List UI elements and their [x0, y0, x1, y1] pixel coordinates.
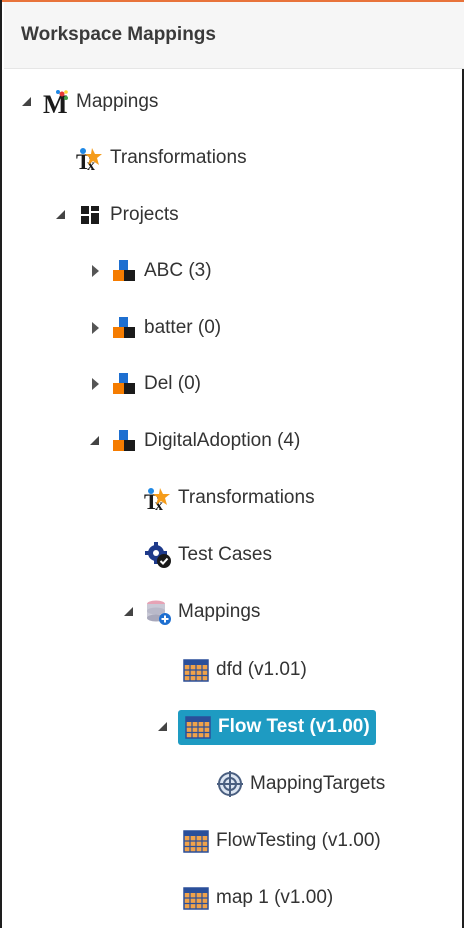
project-folder-icon: [110, 370, 138, 398]
tree-node-mapping-flowtesting[interactable]: FlowTesting (v1.00): [182, 821, 381, 861]
tree-node-label: ABC (3): [144, 260, 212, 281]
tree-node-label: Flow Test (v1.00): [218, 715, 370, 737]
tree-node-mappings-root[interactable]: M Mappings: [20, 82, 158, 122]
tree-node-label: Projects: [110, 204, 179, 225]
tree-node-label: Test Cases: [178, 544, 272, 565]
tree-node-label: Transformations: [110, 147, 247, 168]
transformations-icon: T x: [144, 484, 172, 512]
project-folder-icon: [110, 257, 138, 285]
tree-node-label: DigitalAdoption (4): [144, 430, 301, 451]
project-folder-icon: [110, 314, 138, 342]
tree-node-project-digitaladoption[interactable]: DigitalAdoption (4): [88, 421, 300, 461]
tree-node-project-del[interactable]: Del (0): [88, 364, 201, 404]
tree-node-mapping-flow-test[interactable]: Flow Test (v1.00): [156, 707, 376, 747]
tree-node-label: Mappings: [178, 601, 261, 622]
target-icon: [216, 770, 244, 798]
tree-node-mapping-dfd[interactable]: dfd (v1.01): [182, 650, 307, 690]
tree-node-label: MappingTargets: [250, 773, 386, 794]
selected-node-highlight[interactable]: Flow Test (v1.00): [178, 709, 376, 745]
tree-node-test-cases[interactable]: Test Cases: [144, 535, 272, 575]
tree-node-mappings-child[interactable]: Mappings: [122, 592, 260, 632]
tree-node-mapping-map1[interactable]: map 1 (v1.00): [182, 878, 333, 918]
mapping-table-icon: [184, 713, 212, 741]
mapping-table-icon: [182, 656, 210, 684]
tree-node-label: dfd (v1.01): [216, 659, 307, 680]
expand-arrow-icon[interactable]: [88, 320, 104, 336]
tree-node-label: map 1 (v1.00): [216, 887, 334, 908]
mappings-database-icon: [144, 598, 172, 626]
test-cases-gear-icon: [144, 541, 172, 569]
tree-node-project-abc[interactable]: ABC (3): [88, 251, 212, 291]
tree-node-transformations-child[interactable]: T x Transformations: [144, 478, 315, 518]
tree-node-project-batter[interactable]: batter (0): [88, 308, 221, 348]
tree-node-label: Mappings: [76, 91, 159, 112]
transformations-icon: T x: [76, 144, 104, 172]
mapping-table-icon: [182, 884, 210, 912]
panel-title: Workspace Mappings: [21, 24, 216, 45]
projects-grid-icon: [76, 201, 104, 229]
collapse-arrow-icon[interactable]: [122, 604, 138, 620]
tree-node-transformations[interactable]: T x Transformations: [76, 138, 247, 178]
collapse-arrow-icon[interactable]: [20, 94, 36, 110]
tree-node-label: Del (0): [144, 373, 202, 394]
collapse-arrow-icon[interactable]: [54, 207, 70, 223]
tree-node-label: FlowTesting (v1.00): [216, 830, 381, 851]
tree-node-label: Transformations: [178, 487, 315, 508]
expand-arrow-icon[interactable]: [88, 376, 104, 392]
collapse-arrow-icon[interactable]: [88, 433, 104, 449]
project-folder-icon: [110, 427, 138, 455]
collapse-arrow-icon[interactable]: [156, 719, 172, 735]
tree-node-mapping-targets[interactable]: MappingTargets: [216, 764, 385, 804]
tree-node-label: batter (0): [144, 317, 222, 338]
mapping-table-icon: [182, 827, 210, 855]
workspace-mappings-panel: Workspace Mappings M Mappings T x Transf…: [0, 0, 464, 928]
tree-node-projects[interactable]: Projects: [54, 195, 179, 235]
mappings-m-icon: M: [42, 88, 70, 116]
panel-header: Workspace Mappings: [4, 2, 464, 69]
expand-arrow-icon[interactable]: [88, 263, 104, 279]
